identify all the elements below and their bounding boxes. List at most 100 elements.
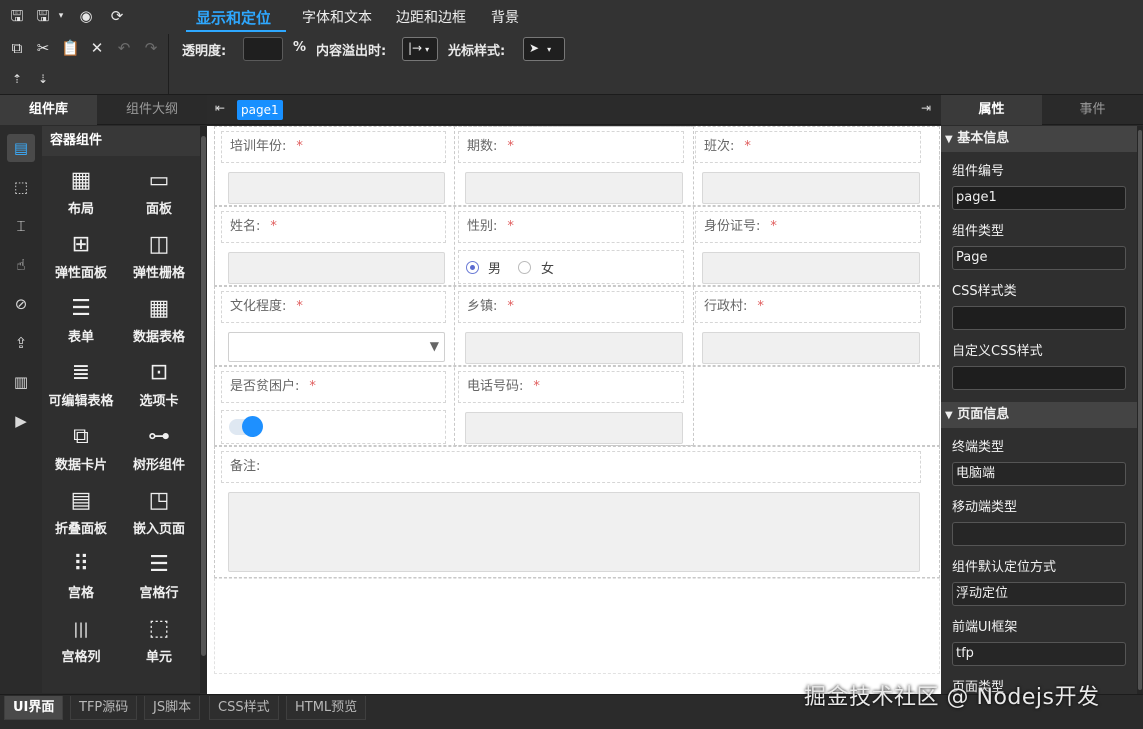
- component-data-table[interactable]: ▦ 数据表格: [120, 290, 198, 354]
- component-grid[interactable]: ⠿ 宫格: [42, 546, 120, 610]
- input-category-icon[interactable]: ⬚: [7, 173, 35, 201]
- remark-textarea[interactable]: [228, 492, 920, 572]
- cursor-select[interactable]: ➤ ▾: [523, 37, 565, 61]
- id-number-input[interactable]: [702, 252, 920, 284]
- terminal-type-label: 终端类型: [952, 440, 1005, 455]
- phone-input[interactable]: [465, 412, 683, 444]
- preview-icon[interactable]: ◉: [77, 7, 95, 25]
- custom-css-input[interactable]: [952, 366, 1126, 390]
- component-label: 树形组件: [132, 458, 185, 473]
- component-layout[interactable]: ▦ 布局: [42, 162, 120, 226]
- gender-radio-female[interactable]: [518, 261, 531, 274]
- tab-ui[interactable]: UI界面: [4, 696, 64, 720]
- tab-font-text[interactable]: 字体和文本: [302, 7, 372, 27]
- education-select[interactable]: ▼: [228, 332, 445, 362]
- tab-display-position[interactable]: 显示和定位: [196, 7, 271, 28]
- right-scrollbar-thumb[interactable]: [1138, 130, 1142, 690]
- basic-info-title: 基本信息: [957, 131, 1010, 146]
- component-type-input[interactable]: Page: [952, 246, 1126, 270]
- component-collapse-panel[interactable]: ▤ 折叠面板: [42, 482, 120, 546]
- component-flex-grid[interactable]: ◫ 弹性栅格: [120, 226, 198, 290]
- collapse-right-icon[interactable]: ⇥: [921, 101, 931, 115]
- tab-background[interactable]: 背景: [491, 7, 519, 27]
- component-tabs[interactable]: ⊡ 选项卡: [120, 354, 198, 418]
- send-backward-icon[interactable]: ⇣: [34, 70, 52, 88]
- upload-category-icon[interactable]: ⇪: [7, 329, 35, 357]
- component-label: 弹性栅格: [132, 266, 185, 281]
- tab-js-script[interactable]: JS脚本: [144, 696, 201, 720]
- village-input[interactable]: [702, 332, 920, 364]
- grid-icon: ⠿: [72, 552, 90, 577]
- town-input[interactable]: [465, 332, 683, 364]
- right-scrollbar[interactable]: [1137, 126, 1143, 694]
- basic-info-section[interactable]: ▼ 基本信息: [941, 126, 1137, 152]
- save-icon[interactable]: 🖫: [8, 7, 26, 25]
- component-embed-page[interactable]: ◳ 嵌入页面: [120, 482, 198, 546]
- tab-html-preview[interactable]: HTML预览: [286, 696, 367, 720]
- tab-tfp-source[interactable]: TFP源码: [70, 696, 138, 720]
- component-grid-column[interactable]: ||| 宫格列: [42, 610, 120, 674]
- click-category-icon[interactable]: ☝: [7, 251, 35, 279]
- collapse-left-icon[interactable]: ⇤: [215, 101, 225, 115]
- tab-css-style[interactable]: CSS样式: [209, 696, 279, 720]
- remark-text: 备注:: [230, 459, 261, 474]
- page-info-section[interactable]: ▼ 页面信息: [941, 402, 1137, 428]
- container-category-icon[interactable]: ▤: [7, 134, 35, 162]
- media-category-icon[interactable]: ▶: [7, 407, 35, 435]
- overflow-select[interactable]: |→ ▾: [402, 37, 438, 61]
- page-tab[interactable]: page1: [237, 100, 283, 120]
- component-id-label: 组件编号: [952, 164, 1005, 179]
- component-grid-row[interactable]: ☰ 宫格行: [120, 546, 198, 610]
- copy-icon[interactable]: ⧉: [8, 39, 26, 57]
- class-no-input[interactable]: [702, 172, 920, 204]
- terminal-type-select[interactable]: 电脑端: [952, 462, 1126, 486]
- ui-framework-select[interactable]: tfp: [952, 642, 1126, 666]
- poor-household-switch[interactable]: [229, 416, 263, 437]
- collapse-panel-icon: ▤: [70, 488, 92, 513]
- cursor-icon: ➤: [529, 41, 540, 55]
- cut-icon[interactable]: ✂: [34, 39, 52, 57]
- text-cursor-icon[interactable]: ⌶: [7, 212, 35, 240]
- poor-household-switch-wrap: [221, 410, 446, 444]
- component-form[interactable]: ☰ 表单: [42, 290, 120, 354]
- default-position-select[interactable]: 浮动定位: [952, 582, 1126, 606]
- name-label: 姓名: *: [221, 211, 446, 243]
- gender-radio-male[interactable]: [466, 261, 479, 274]
- tab-margin-border[interactable]: 边距和边框: [396, 7, 466, 27]
- left-scrollbar-thumb[interactable]: [201, 136, 206, 656]
- component-editable-table[interactable]: ≣ 可编辑表格: [42, 354, 120, 418]
- component-tree[interactable]: ⊶ 树形组件: [120, 418, 198, 482]
- left-scrollbar[interactable]: [200, 126, 207, 693]
- remark-label: 备注:: [221, 451, 921, 483]
- name-input[interactable]: [228, 252, 445, 284]
- hidden-category-icon[interactable]: ⊘: [7, 290, 35, 318]
- mobile-type-select[interactable]: [952, 522, 1126, 546]
- chevron-down-icon[interactable]: ▾: [52, 7, 70, 25]
- id-number-label: 身份证号: *: [695, 211, 921, 243]
- component-flex-panel[interactable]: ⊞ 弹性面板: [42, 226, 120, 290]
- active-tab-indicator: [186, 30, 286, 32]
- training-year-text: 培训年份:: [230, 139, 287, 154]
- chart-category-icon[interactable]: ▥: [7, 368, 35, 396]
- save-as-icon[interactable]: 🖫: [34, 7, 52, 25]
- component-data-card[interactable]: ⧉ 数据卡片: [42, 418, 120, 482]
- refresh-icon[interactable]: ⟳: [108, 7, 126, 25]
- delete-icon[interactable]: ✕: [88, 39, 106, 57]
- tab-properties[interactable]: 属性: [941, 95, 1042, 125]
- undo-icon[interactable]: ↶: [115, 39, 133, 57]
- component-panel[interactable]: ▭ 面板: [120, 162, 198, 226]
- component-label: 数据表格: [132, 330, 185, 345]
- css-class-input[interactable]: [952, 306, 1126, 330]
- component-id-input[interactable]: page1: [952, 186, 1126, 210]
- opacity-input[interactable]: [243, 37, 283, 61]
- bring-forward-icon[interactable]: ⇡: [8, 70, 26, 88]
- tab-component-library[interactable]: 组件库: [0, 95, 97, 125]
- design-canvas[interactable]: 培训年份: * 期数: * 班次: * 姓名: * 性别: * 男 女 身份证号: * 文化…: [207, 126, 941, 694]
- paste-icon[interactable]: 📋: [61, 39, 80, 57]
- tab-component-outline[interactable]: 组件大纲: [97, 95, 207, 125]
- training-year-input[interactable]: [228, 172, 445, 204]
- redo-icon[interactable]: ↷: [142, 39, 160, 57]
- period-input[interactable]: [465, 172, 683, 204]
- component-cell[interactable]: ⬚ 单元: [120, 610, 198, 674]
- tab-events[interactable]: 事件: [1042, 95, 1143, 125]
